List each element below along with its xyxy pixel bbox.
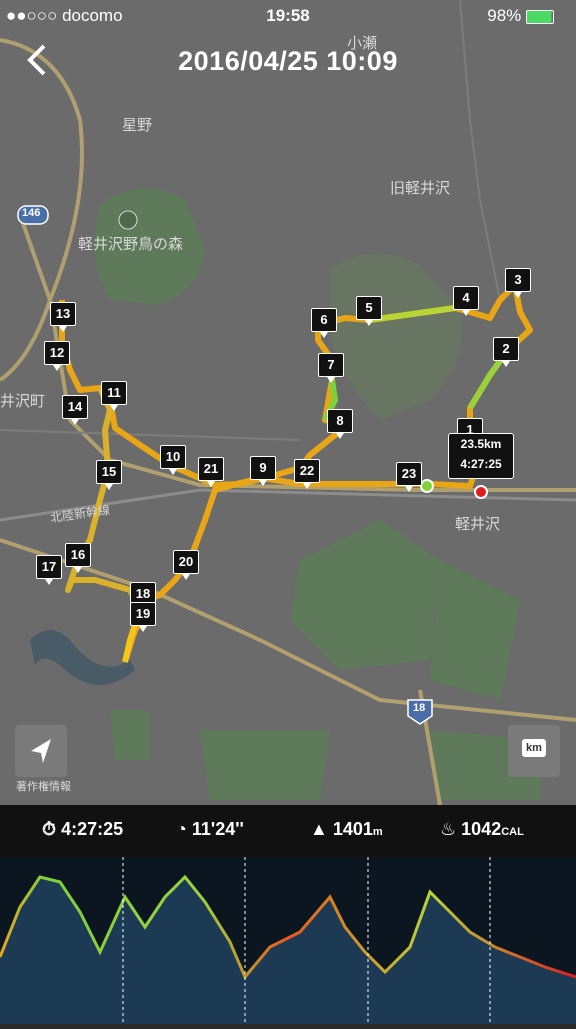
duration-value: 4:27:25 bbox=[61, 819, 124, 839]
km-marker-5[interactable]: 5 bbox=[356, 296, 382, 326]
elevation-value: 1401 bbox=[332, 819, 373, 839]
map-label-karuizawa: 軽井沢 bbox=[455, 516, 501, 533]
start-point bbox=[420, 479, 434, 493]
road bbox=[0, 429, 301, 441]
finish-tooltip: 23.5km 4:27:25 bbox=[448, 433, 514, 479]
stat-elevation: ▲ 1401m bbox=[310, 819, 383, 840]
km-marker-3[interactable]: 3 bbox=[505, 268, 531, 298]
km-marker-9[interactable]: 9 bbox=[250, 456, 276, 486]
calories-unit: CAL bbox=[501, 826, 524, 838]
forest-area bbox=[330, 253, 462, 420]
forest-area bbox=[290, 520, 440, 670]
km-marker-8[interactable]: 8 bbox=[327, 409, 353, 439]
stat-pace: ◔ 11'24'' bbox=[176, 819, 244, 840]
map-label-kyu-karuizawa: 旧軽井沢 bbox=[390, 180, 451, 197]
stat-calories: ♨ 1042CAL bbox=[440, 819, 524, 840]
end-point bbox=[474, 485, 488, 499]
km-marker-14[interactable]: 14 bbox=[62, 395, 88, 425]
pace-value: 11'24'' bbox=[191, 819, 244, 839]
map-label-wild-bird-forest: 軽井沢野鳥の森 bbox=[78, 236, 184, 253]
attribution-link[interactable]: 著作権情報 bbox=[16, 778, 71, 794]
km-marker-13[interactable]: 13 bbox=[50, 302, 76, 332]
elevation-chart[interactable] bbox=[0, 857, 576, 1024]
battery-percent: 98% bbox=[487, 6, 522, 25]
map-label-hoshino: 星野 bbox=[122, 117, 153, 134]
km-marker-16[interactable]: 16 bbox=[65, 543, 91, 573]
elevation-unit: m bbox=[372, 826, 383, 838]
locate-button[interactable] bbox=[15, 725, 67, 777]
km-marker-17[interactable]: 17 bbox=[36, 555, 62, 585]
km-toggle-label: km bbox=[522, 739, 546, 757]
battery-level: 98% bbox=[487, 6, 554, 26]
km-marker-7[interactable]: 7 bbox=[318, 353, 344, 383]
unit-toggle-button[interactable]: km bbox=[508, 725, 560, 777]
stats-bar: ⏱ 4:27:25 ◔ 11'24'' ▲ 1401m ♨ 1042CAL bbox=[0, 805, 576, 857]
status-bar: ●●○○○ docomo 19:58 98% bbox=[0, 0, 576, 30]
forest-area bbox=[430, 560, 520, 700]
km-marker-6[interactable]: 6 bbox=[311, 308, 337, 338]
elevation-profile bbox=[0, 857, 576, 1024]
km-marker-15[interactable]: 15 bbox=[96, 460, 122, 490]
stat-duration: ⏱ 4:27:25 bbox=[42, 819, 123, 840]
km-marker-22[interactable]: 22 bbox=[294, 459, 320, 489]
route-146-label: 146 bbox=[22, 207, 41, 219]
park-icon bbox=[118, 210, 138, 230]
page-header: 2016/04/25 10:09 bbox=[0, 38, 576, 88]
calories-value: 1042 bbox=[461, 819, 502, 839]
speedometer-icon: ◔ bbox=[176, 819, 187, 839]
km-marker-23[interactable]: 23 bbox=[396, 462, 422, 492]
forest-area bbox=[200, 730, 330, 800]
location-arrow-icon bbox=[31, 739, 51, 763]
tooltip-duration: 4:27:25 bbox=[460, 457, 502, 471]
tooltip-distance: 23.5km bbox=[460, 437, 502, 451]
route-18-label: 18 bbox=[413, 702, 426, 714]
mountain-icon: ▲ bbox=[310, 819, 328, 839]
pond bbox=[30, 630, 135, 685]
page-title: 2016/04/25 10:09 bbox=[178, 46, 398, 76]
battery-icon bbox=[526, 9, 554, 24]
stopwatch-icon: ⏱ bbox=[42, 819, 57, 839]
forest-area bbox=[110, 710, 150, 760]
km-marker-21[interactable]: 21 bbox=[198, 457, 224, 487]
km-marker-20[interactable]: 20 bbox=[173, 550, 199, 580]
km-marker-19[interactable]: 19 bbox=[130, 602, 156, 632]
km-marker-12[interactable]: 12 bbox=[44, 341, 70, 371]
map-label-town: 井沢町 bbox=[0, 393, 46, 410]
route-map[interactable]: ●●○○○ docomo 19:58 98% 2016/04/25 10:09 … bbox=[0, 0, 576, 805]
flame-icon: ♨ bbox=[440, 819, 457, 839]
km-marker-11[interactable]: 11 bbox=[101, 381, 127, 411]
km-marker-2[interactable]: 2 bbox=[493, 337, 519, 367]
km-marker-4[interactable]: 4 bbox=[453, 286, 479, 316]
km-marker-10[interactable]: 10 bbox=[160, 445, 186, 475]
